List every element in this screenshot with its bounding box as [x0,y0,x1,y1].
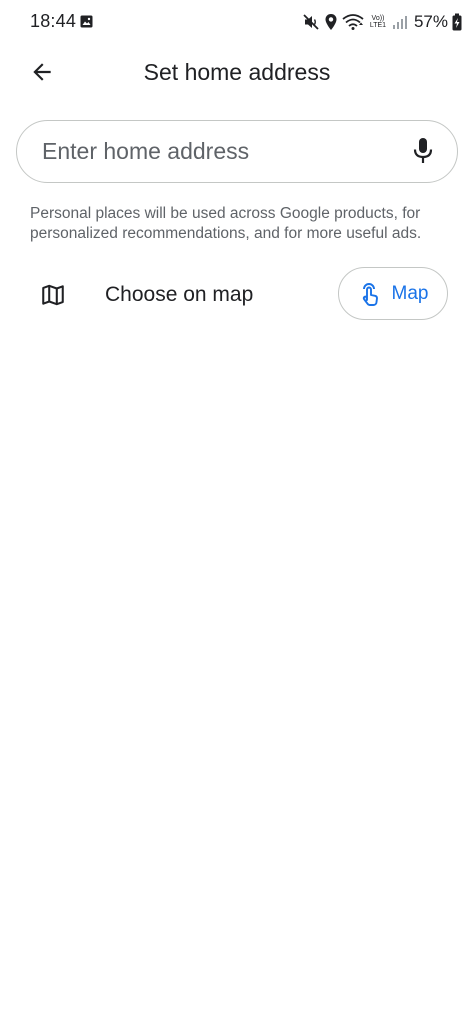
privacy-disclaimer: Personal places will be used across Goog… [30,205,422,242]
choose-on-map-label: Choose on map [105,283,254,306]
battery-percentage: 57% [413,12,448,31]
status-time: 18:44 [30,11,77,31]
gallery-notification-icon [80,15,93,28]
location-icon [325,14,337,30]
map-button[interactable]: Map [338,267,448,320]
map-button-label: Map [391,282,429,304]
search-box [16,120,458,183]
voice-search-button[interactable] [403,131,443,171]
address-search-input[interactable] [42,121,402,182]
map-icon [42,284,64,306]
signal-icon [392,16,407,29]
mic-icon [413,138,433,163]
choose-on-map-row[interactable]: Choose on map Map [0,264,474,326]
status-icons: Vo)) LTE1 57% [298,10,462,34]
page-title: Set home address [143,59,331,85]
status-bar: 18:44 Vo)) LTE1 57% [0,0,474,44]
mute-icon [303,14,319,30]
volte-indicator: Vo)) LTE1 [369,15,387,29]
battery-charging-icon [452,13,462,31]
wifi-icon [342,14,364,30]
app-bar: Set home address [0,44,474,100]
touch-icon [362,282,378,306]
